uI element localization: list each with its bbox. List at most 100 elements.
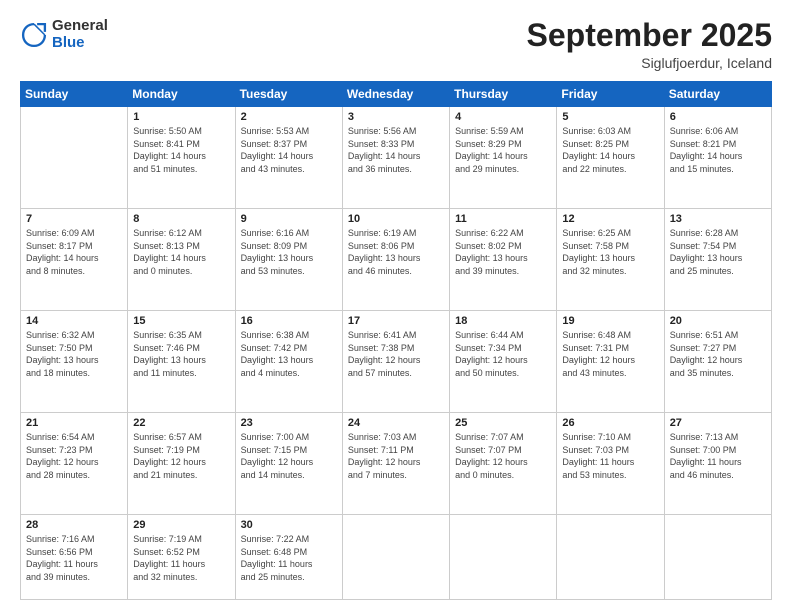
- day-number: 15: [133, 315, 229, 327]
- table-row: 24 Sunrise: 7:03 AM Sunset: 7:11 PM Dayli…: [342, 413, 449, 515]
- table-row: 2 Sunrise: 5:53 AM Sunset: 8:37 PM Daylig…: [235, 107, 342, 209]
- logo-text: General Blue: [52, 18, 108, 51]
- day-number: 23: [241, 417, 337, 429]
- table-row: [664, 514, 771, 599]
- day-number: 24: [348, 417, 444, 429]
- day-info: Sunrise: 6:35 AM Sunset: 7:46 PM Dayligh…: [133, 329, 229, 379]
- day-number: 4: [455, 111, 551, 123]
- table-row: 5 Sunrise: 6:03 AM Sunset: 8:25 PM Daylig…: [557, 107, 664, 209]
- table-row: 14 Sunrise: 6:32 AM Sunset: 7:50 PM Dayli…: [21, 311, 128, 413]
- day-number: 6: [670, 111, 766, 123]
- day-info: Sunrise: 6:48 AM Sunset: 7:31 PM Dayligh…: [562, 329, 658, 379]
- calendar: Sunday Monday Tuesday Wednesday Thursday…: [20, 81, 772, 600]
- day-number: 17: [348, 315, 444, 327]
- day-info: Sunrise: 6:54 AM Sunset: 7:23 PM Dayligh…: [26, 431, 122, 481]
- header-tuesday: Tuesday: [235, 82, 342, 107]
- table-row: 28 Sunrise: 7:16 AM Sunset: 6:56 PM Dayli…: [21, 514, 128, 599]
- table-row: 4 Sunrise: 5:59 AM Sunset: 8:29 PM Daylig…: [450, 107, 557, 209]
- day-info: Sunrise: 6:19 AM Sunset: 8:06 PM Dayligh…: [348, 227, 444, 277]
- day-number: 26: [562, 417, 658, 429]
- header-thursday: Thursday: [450, 82, 557, 107]
- day-number: 20: [670, 315, 766, 327]
- table-row: 10 Sunrise: 6:19 AM Sunset: 8:06 PM Dayli…: [342, 209, 449, 311]
- table-row: 18Sunrise: 6:44 AM Sunset: 7:34 PM Dayli…: [450, 311, 557, 413]
- day-info: Sunrise: 5:53 AM Sunset: 8:37 PM Dayligh…: [241, 125, 337, 175]
- table-row: 21 Sunrise: 6:54 AM Sunset: 7:23 PM Dayli…: [21, 413, 128, 515]
- day-info: Sunrise: 6:41 AM Sunset: 7:38 PM Dayligh…: [348, 329, 444, 379]
- table-row: 17 Sunrise: 6:41 AM Sunset: 7:38 PM Dayli…: [342, 311, 449, 413]
- day-info: Sunrise: 5:50 AM Sunset: 8:41 PM Dayligh…: [133, 125, 229, 175]
- day-info: Sunrise: 6:09 AM Sunset: 8:17 PM Dayligh…: [26, 227, 122, 277]
- day-number: 16: [241, 315, 337, 327]
- day-info: Sunrise: 6:57 AM Sunset: 7:19 PM Dayligh…: [133, 431, 229, 481]
- day-info: Sunrise: 6:06 AM Sunset: 8:21 PM Dayligh…: [670, 125, 766, 175]
- day-info: Sunrise: 7:22 AM Sunset: 6:48 PM Dayligh…: [241, 533, 337, 583]
- day-info: Sunrise: 6:25 AM Sunset: 7:58 PM Dayligh…: [562, 227, 658, 277]
- day-info: Sunrise: 7:16 AM Sunset: 6:56 PM Dayligh…: [26, 533, 122, 583]
- table-row: [342, 514, 449, 599]
- table-row: 27Sunrise: 7:13 AM Sunset: 7:00 PM Dayli…: [664, 413, 771, 515]
- day-number: 3: [348, 111, 444, 123]
- day-info: Sunrise: 7:00 AM Sunset: 7:15 PM Dayligh…: [241, 431, 337, 481]
- table-row: 11 Sunrise: 6:22 AM Sunset: 8:02 PM Dayli…: [450, 209, 557, 311]
- table-row: 20 Sunrise: 6:51 AM Sunset: 7:27 PM Dayli…: [664, 311, 771, 413]
- day-info: Sunrise: 5:59 AM Sunset: 8:29 PM Dayligh…: [455, 125, 551, 175]
- header-sunday: Sunday: [21, 82, 128, 107]
- header-saturday: Saturday: [664, 82, 771, 107]
- table-row: 25 Sunrise: 7:07 AM Sunset: 7:07 PM Dayli…: [450, 413, 557, 515]
- table-row: 3 Sunrise: 5:56 AM Sunset: 8:33 PM Daylig…: [342, 107, 449, 209]
- page-header: General Blue September 2025 Siglufjoerdu…: [20, 18, 772, 71]
- day-number: 5: [562, 111, 658, 123]
- table-row: 1Sunrise: 5:50 AM Sunset: 8:41 PM Daylig…: [128, 107, 235, 209]
- day-number: 25: [455, 417, 551, 429]
- day-number: 7: [26, 213, 122, 225]
- day-info: Sunrise: 6:38 AM Sunset: 7:42 PM Dayligh…: [241, 329, 337, 379]
- day-number: 10: [348, 213, 444, 225]
- day-number: 14: [26, 315, 122, 327]
- day-info: Sunrise: 6:22 AM Sunset: 8:02 PM Dayligh…: [455, 227, 551, 277]
- day-number: 22: [133, 417, 229, 429]
- table-row: 23 Sunrise: 7:00 AM Sunset: 7:15 PM Dayli…: [235, 413, 342, 515]
- table-row: 12 Sunrise: 6:25 AM Sunset: 7:58 PM Dayli…: [557, 209, 664, 311]
- day-info: Sunrise: 5:56 AM Sunset: 8:33 PM Dayligh…: [348, 125, 444, 175]
- day-number: 8: [133, 213, 229, 225]
- day-info: Sunrise: 6:16 AM Sunset: 8:09 PM Dayligh…: [241, 227, 337, 277]
- day-number: 11: [455, 213, 551, 225]
- day-number: 28: [26, 519, 122, 531]
- day-info: Sunrise: 6:12 AM Sunset: 8:13 PM Dayligh…: [133, 227, 229, 277]
- day-number: 13: [670, 213, 766, 225]
- day-info: Sunrise: 7:03 AM Sunset: 7:11 PM Dayligh…: [348, 431, 444, 481]
- day-info: Sunrise: 6:28 AM Sunset: 7:54 PM Dayligh…: [670, 227, 766, 277]
- table-row: [450, 514, 557, 599]
- table-row: 15 Sunrise: 6:35 AM Sunset: 7:46 PM Dayli…: [128, 311, 235, 413]
- table-row: [21, 107, 128, 209]
- day-info: Sunrise: 7:10 AM Sunset: 7:03 PM Dayligh…: [562, 431, 658, 481]
- header-monday: Monday: [128, 82, 235, 107]
- table-row: 8 Sunrise: 6:12 AM Sunset: 8:13 PM Daylig…: [128, 209, 235, 311]
- day-number: 27: [670, 417, 766, 429]
- table-row: 13 Sunrise: 6:28 AM Sunset: 7:54 PM Dayli…: [664, 209, 771, 311]
- day-number: 18: [455, 315, 551, 327]
- day-number: 29: [133, 519, 229, 531]
- table-row: 26 Sunrise: 7:10 AM Sunset: 7:03 PM Dayli…: [557, 413, 664, 515]
- day-info: Sunrise: 7:07 AM Sunset: 7:07 PM Dayligh…: [455, 431, 551, 481]
- header-wednesday: Wednesday: [342, 82, 449, 107]
- table-row: 9 Sunrise: 6:16 AM Sunset: 8:09 PM Daylig…: [235, 209, 342, 311]
- day-number: 30: [241, 519, 337, 531]
- day-number: 21: [26, 417, 122, 429]
- day-number: 12: [562, 213, 658, 225]
- month-title: September 2025: [527, 18, 772, 53]
- weekday-header-row: Sunday Monday Tuesday Wednesday Thursday…: [21, 82, 772, 107]
- day-info: Sunrise: 6:32 AM Sunset: 7:50 PM Dayligh…: [26, 329, 122, 379]
- table-row: 22 Sunrise: 6:57 AM Sunset: 7:19 PM Dayli…: [128, 413, 235, 515]
- day-number: 9: [241, 213, 337, 225]
- day-info: Sunrise: 6:03 AM Sunset: 8:25 PM Dayligh…: [562, 125, 658, 175]
- logo: General Blue: [20, 18, 108, 51]
- table-row: 30 Sunrise: 7:22 AM Sunset: 6:48 PM Dayli…: [235, 514, 342, 599]
- table-row: 19Sunrise: 6:48 AM Sunset: 7:31 PM Dayli…: [557, 311, 664, 413]
- day-info: Sunrise: 6:51 AM Sunset: 7:27 PM Dayligh…: [670, 329, 766, 379]
- location: Siglufjoerdur, Iceland: [527, 55, 772, 71]
- day-number: 2: [241, 111, 337, 123]
- table-row: 6 Sunrise: 6:06 AM Sunset: 8:21 PM Daylig…: [664, 107, 771, 209]
- table-row: 16 Sunrise: 6:38 AM Sunset: 7:42 PM Dayli…: [235, 311, 342, 413]
